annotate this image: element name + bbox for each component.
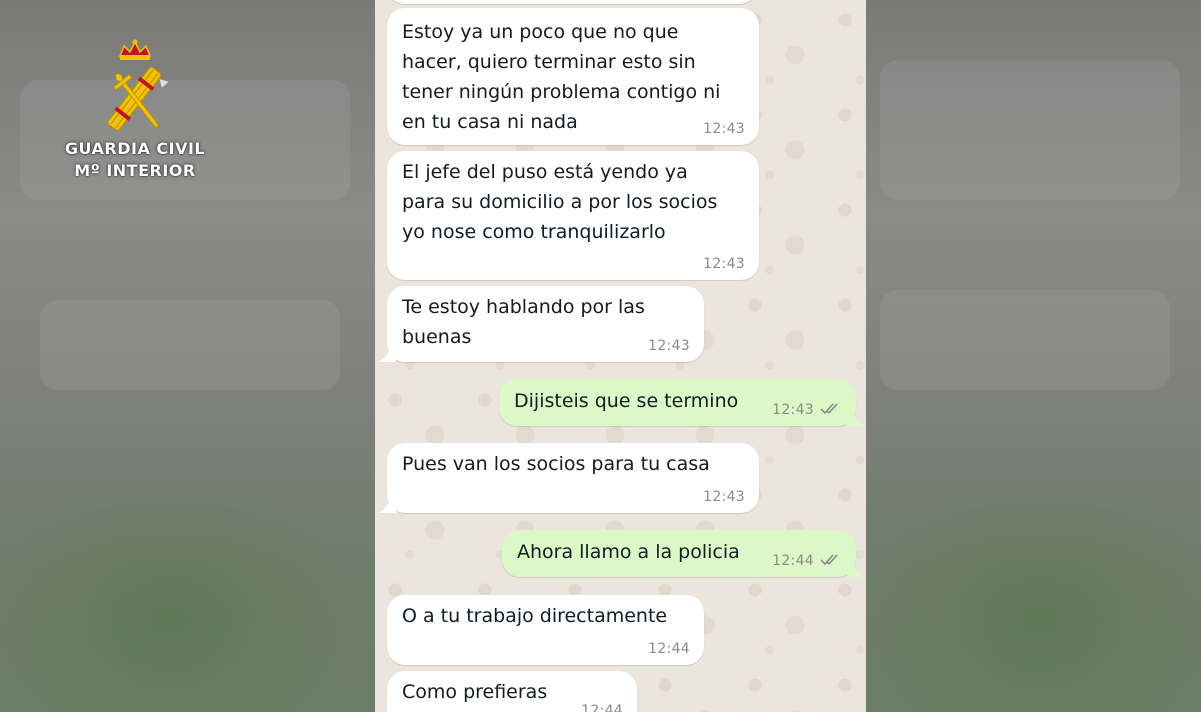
bubble-tail	[847, 410, 865, 426]
double-check-icon	[820, 554, 838, 566]
message-time: 12:43	[703, 489, 745, 505]
message-bubble[interactable]: Dijisteis que se termino 12:43	[499, 379, 865, 426]
message-time: 12:43	[703, 256, 745, 272]
message-bubble[interactable]: Pues van los socios para tu casa 12:43	[378, 443, 759, 513]
message-text: O a tu trabajo directamente	[402, 605, 668, 627]
bubble-tail	[847, 561, 865, 577]
message-text: Te estoy hablando por las buenas	[402, 296, 645, 348]
message-time: 12:43	[772, 402, 814, 418]
logo-line-2: Mº INTERIOR	[74, 161, 196, 180]
message-text: Ahora llamo a la policia	[517, 541, 740, 563]
chat-window[interactable]: Estoy ya un poco que no que hacer, quier…	[375, 0, 866, 712]
guardia-civil-emblem-icon	[107, 39, 171, 131]
guardia-civil-logo: GUARDIA CIVIL Mº INTERIOR	[60, 38, 210, 182]
previous-message-bubble	[387, 0, 757, 4]
message-time: 12:43	[703, 121, 745, 137]
message-bubble[interactable]: El jefe del puso está yendo ya para su d…	[387, 151, 759, 280]
message-bubble[interactable]: Te estoy hablando por las buenas 12:43	[378, 286, 704, 362]
message-text: Pues van los socios para tu casa	[402, 453, 710, 475]
message-text: Estoy ya un poco que no que hacer, quier…	[402, 21, 721, 133]
message-bubble[interactable]: Ahora llamo a la policia 12:44	[502, 530, 865, 577]
message-time: 12:43	[648, 338, 690, 354]
message-time: 12:44	[581, 703, 623, 712]
message-time: 12:44	[772, 553, 814, 569]
message-time: 12:44	[648, 641, 690, 657]
message-text: El jefe del puso está yendo ya para su d…	[402, 161, 718, 243]
message-text: Dijisteis que se termino	[514, 390, 739, 412]
bubble-tail	[378, 497, 396, 513]
logo-line-1: GUARDIA CIVIL	[64, 139, 206, 158]
bubble-tail	[378, 346, 396, 362]
message-text: Como prefieras	[402, 681, 548, 703]
double-check-icon	[820, 403, 838, 415]
message-bubble[interactable]: Estoy ya un poco que no que hacer, quier…	[387, 8, 759, 145]
message-bubble[interactable]: Como prefieras 12:44	[387, 671, 637, 712]
message-bubble[interactable]: O a tu trabajo directamente 12:44	[387, 595, 704, 665]
